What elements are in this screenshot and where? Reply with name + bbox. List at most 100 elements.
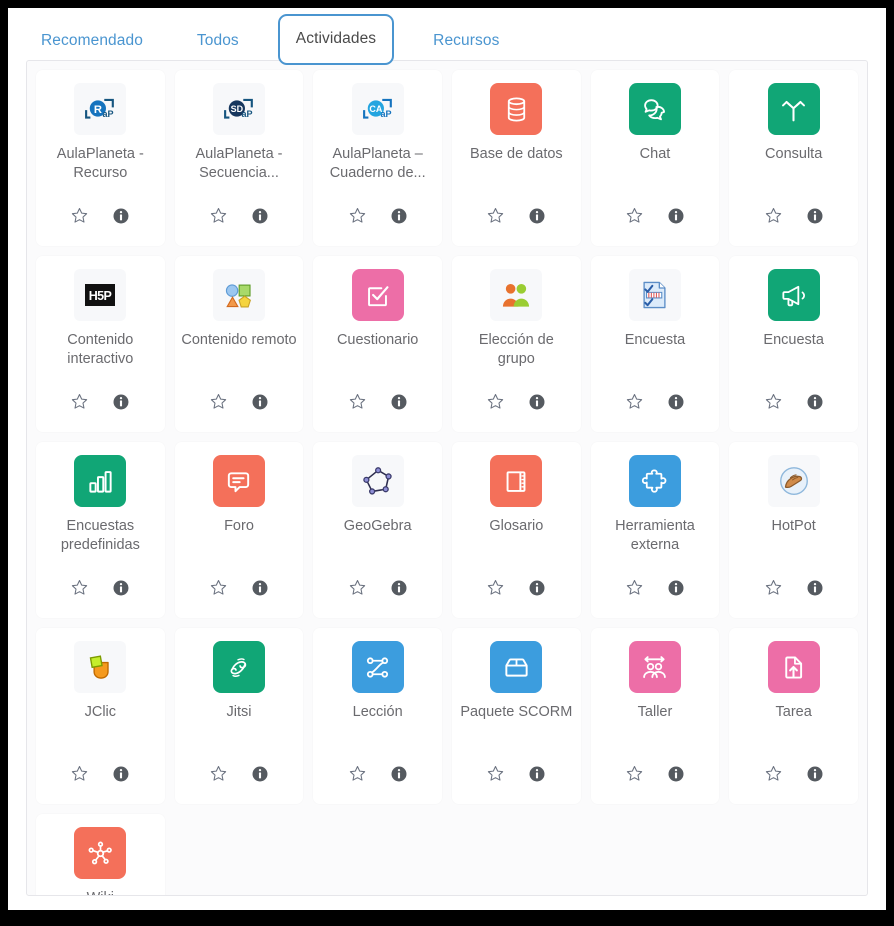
favorite-star-icon[interactable]	[209, 578, 228, 602]
favorite-star-icon[interactable]	[625, 578, 644, 602]
info-icon[interactable]	[528, 765, 546, 788]
activity-chooser-window: Recomendado Todos Actividades Recursos RaP A…	[8, 8, 886, 910]
favorite-star-icon[interactable]	[348, 578, 367, 602]
info-icon[interactable]	[667, 579, 685, 602]
tab-recomendado[interactable]: Recomendado	[26, 19, 158, 62]
info-icon[interactable]	[390, 765, 408, 788]
info-icon[interactable]	[251, 393, 269, 416]
activity-card[interactable]: CA aP AulaPlaneta – Cuaderno de...	[313, 70, 442, 246]
card-actions	[764, 578, 824, 602]
favorite-star-icon[interactable]	[70, 392, 89, 416]
favorite-star-icon[interactable]	[70, 206, 89, 230]
info-icon[interactable]	[112, 579, 130, 602]
tab-todos[interactable]: Todos	[182, 19, 254, 62]
card-actions	[348, 764, 408, 788]
activity-card[interactable]: Chat	[590, 70, 720, 246]
info-icon[interactable]	[251, 579, 269, 602]
info-icon[interactable]	[390, 207, 408, 230]
activity-card[interactable]: Wiki	[36, 814, 165, 895]
activity-card[interactable]: H5P Contenido interactivo	[36, 256, 165, 432]
info-icon[interactable]	[112, 393, 130, 416]
favorite-star-icon[interactable]	[209, 206, 228, 230]
favorite-star-icon[interactable]	[348, 764, 367, 788]
info-icon[interactable]	[528, 393, 546, 416]
favorite-star-icon[interactable]	[764, 764, 783, 788]
activity-card[interactable]: Herramienta externa	[590, 442, 720, 618]
info-icon[interactable]	[667, 207, 685, 230]
activity-card[interactable]: Jitsi	[174, 628, 304, 804]
card-actions	[70, 206, 130, 230]
favorite-star-icon[interactable]	[348, 206, 367, 230]
survey-sheet-icon	[628, 269, 681, 321]
favorite-star-icon[interactable]	[486, 578, 505, 602]
favorite-star-icon[interactable]	[486, 764, 505, 788]
activity-card-label: Tarea	[775, 704, 812, 720]
activity-card[interactable]: Paquete SCORM	[452, 628, 581, 804]
puzzle-piece-icon	[628, 455, 681, 507]
svg-text:aP: aP	[380, 109, 391, 119]
favorite-star-icon[interactable]	[486, 392, 505, 416]
info-icon[interactable]	[112, 207, 130, 230]
favorite-star-icon[interactable]	[764, 206, 783, 230]
favorite-star-icon[interactable]	[625, 764, 644, 788]
activity-card[interactable]: JClic	[36, 628, 165, 804]
favorite-star-icon[interactable]	[209, 764, 228, 788]
info-icon[interactable]	[390, 393, 408, 416]
activity-card[interactable]: Glosario	[452, 442, 581, 618]
info-icon[interactable]	[806, 393, 824, 416]
info-icon[interactable]	[528, 207, 546, 230]
activity-card[interactable]: Encuesta	[729, 256, 858, 432]
info-icon[interactable]	[806, 207, 824, 230]
activity-card[interactable]: Elección de grupo	[452, 256, 581, 432]
info-icon[interactable]	[528, 579, 546, 602]
activity-card[interactable]: Encuesta	[590, 256, 720, 432]
activity-card-label: Base de datos	[469, 146, 563, 162]
favorite-star-icon[interactable]	[625, 392, 644, 416]
activity-card[interactable]: Lección	[313, 628, 442, 804]
info-icon[interactable]	[667, 765, 685, 788]
aulaplaneta-recurso-icon: RaP	[74, 83, 127, 135]
activity-card-label: JClic	[84, 704, 117, 720]
favorite-star-icon[interactable]	[70, 764, 89, 788]
shapes-icon	[212, 269, 265, 321]
info-icon[interactable]	[667, 393, 685, 416]
favorite-star-icon[interactable]	[625, 206, 644, 230]
activity-card-label: Jitsi	[226, 704, 252, 720]
activity-card[interactable]: Taller	[590, 628, 720, 804]
favorite-star-icon[interactable]	[764, 392, 783, 416]
tab-actividades[interactable]: Actividades	[277, 14, 395, 65]
h5p-icon: H5P	[74, 269, 127, 321]
geogebra-polygon-icon	[351, 455, 404, 507]
favorite-star-icon[interactable]	[764, 578, 783, 602]
activity-card[interactable]: Base de datos	[452, 70, 581, 246]
branch-nodes-icon	[351, 641, 404, 693]
favorite-star-icon[interactable]	[70, 578, 89, 602]
activity-card[interactable]: Foro	[174, 442, 304, 618]
hotpot-hand-icon	[767, 455, 820, 507]
card-actions	[486, 206, 546, 230]
file-upload-icon	[767, 641, 820, 693]
info-icon[interactable]	[806, 765, 824, 788]
card-actions	[764, 764, 824, 788]
activity-card[interactable]: Encuestas predefinidas	[36, 442, 165, 618]
info-icon[interactable]	[251, 207, 269, 230]
favorite-star-icon[interactable]	[486, 206, 505, 230]
favorite-star-icon[interactable]	[209, 392, 228, 416]
activity-card[interactable]: SD aP AulaPlaneta - Secuencia...	[174, 70, 304, 246]
info-icon[interactable]	[390, 579, 408, 602]
favorite-star-icon[interactable]	[348, 392, 367, 416]
activity-card[interactable]: Consulta	[729, 70, 858, 246]
activity-card[interactable]: Tarea	[729, 628, 858, 804]
activity-card[interactable]: Cuestionario	[313, 256, 442, 432]
card-actions	[70, 764, 130, 788]
tab-recursos[interactable]: Recursos	[418, 19, 514, 62]
info-icon[interactable]	[251, 765, 269, 788]
activity-card[interactable]: HotPot	[729, 442, 858, 618]
info-icon[interactable]	[806, 579, 824, 602]
activity-card[interactable]: Contenido remoto	[174, 256, 304, 432]
card-actions	[209, 206, 269, 230]
svg-text:aP: aP	[103, 109, 114, 119]
info-icon[interactable]	[112, 765, 130, 788]
activity-card[interactable]: RaP AulaPlaneta - Recurso	[36, 70, 165, 246]
activity-card[interactable]: GeoGebra	[313, 442, 442, 618]
